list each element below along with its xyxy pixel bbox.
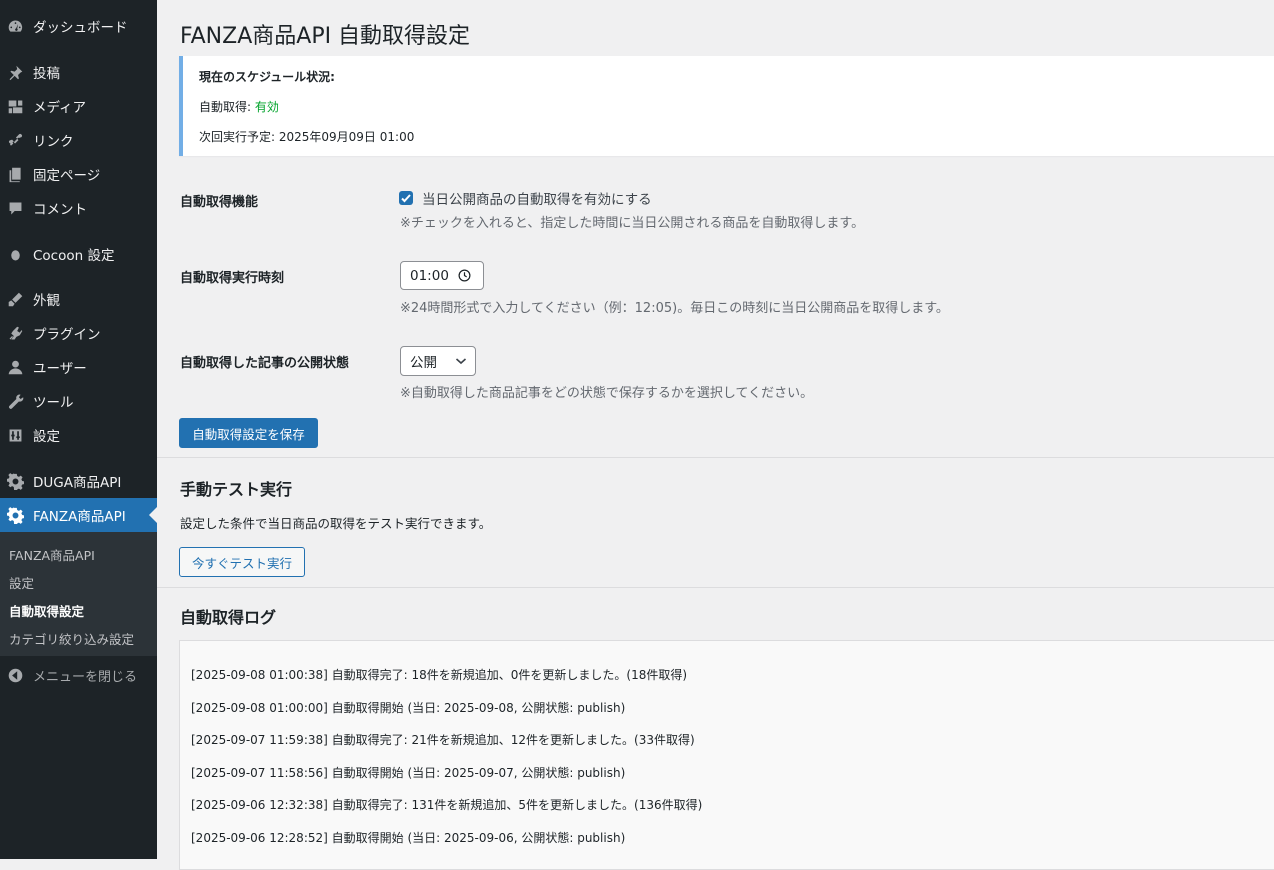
log-line: [2025-09-06 12:28:52] 自動取得開始 (当日: 2025-0… <box>191 831 626 845</box>
sidebar-item-links[interactable]: リンク <box>0 123 157 157</box>
link-icon <box>6 131 24 149</box>
appearance-icon <box>6 290 24 308</box>
pin-icon <box>6 63 24 81</box>
log-line: [2025-09-07 11:58:56] 自動取得開始 (当日: 2025-0… <box>191 766 626 780</box>
log-line: [2025-09-06 12:32:38] 自動取得完了: 131件を新規追加、… <box>191 798 703 812</box>
status-select[interactable]: 公開 <box>400 346 476 376</box>
section-divider <box>157 457 1274 458</box>
sidebar-item-cocoon[interactable]: Cocoon 設定 <box>0 237 157 271</box>
time-input-value: 01:00 <box>410 267 449 284</box>
sidebar-item-label: 投稿 <box>33 66 60 82</box>
sidebar-item-appearance[interactable]: 外観 <box>0 282 157 316</box>
section-divider <box>157 587 1274 588</box>
sidebar-item-label: Cocoon 設定 <box>33 248 115 264</box>
sidebar-item-dashboard[interactable]: ダッシュボード <box>0 9 157 43</box>
enable-checkbox-label[interactable]: 当日公開商品の自動取得を有効にする <box>422 188 652 208</box>
time-input[interactable]: 01:00 <box>400 261 484 290</box>
sidebar-item-comments[interactable]: コメント <box>0 191 157 225</box>
collapse-menu-label: メニューを閉じる <box>33 669 138 685</box>
log-line: [2025-09-08 01:00:00] 自動取得開始 (当日: 2025-0… <box>191 701 626 715</box>
enable-checkbox-wrap[interactable]: 当日公開商品の自動取得を有効にする <box>399 188 652 208</box>
sidebar-submenu: FANZA商品API 設定 自動取得設定 カテゴリ絞り込み設定 <box>0 532 157 656</box>
sidebar-item-label: リンク <box>33 134 74 150</box>
sidebar-item-label: コメント <box>33 202 87 218</box>
submenu-item-settings[interactable]: 設定 <box>9 573 34 592</box>
check-icon <box>401 194 411 203</box>
log-line: [2025-09-07 11:59:38] 自動取得完了: 21件を新規追加、1… <box>191 733 695 747</box>
notice-next-run: 次回実行予定: 2025年09月09日 01:00 <box>199 130 415 144</box>
save-settings-button[interactable]: 自動取得設定を保存 <box>179 418 318 448</box>
time-description: ※24時間形式で入力してください（例：12:05)。毎日この時刻に当日公開商品を… <box>400 301 949 316</box>
log-box[interactable]: [2025-09-08 01:00:38] 自動取得完了: 18件を新規追加、0… <box>179 640 1274 870</box>
notice-auto-value: 有効 <box>254 100 279 114</box>
media-icon <box>6 97 24 115</box>
submenu-item-category-filter[interactable]: カテゴリ絞り込み設定 <box>9 629 134 648</box>
run-test-button[interactable]: 今すぐテスト実行 <box>179 547 305 577</box>
sidebar-item-tools[interactable]: ツール <box>0 384 157 418</box>
sidebar-item-posts[interactable]: 投稿 <box>0 55 157 89</box>
notice-auto-label: 自動取得: <box>199 100 255 114</box>
enable-description: ※チェックを入れると、指定した時間に当日公開される商品を自動取得します。 <box>400 216 865 231</box>
sidebar-item-label: FANZA商品API <box>33 509 126 525</box>
enable-label: 自動取得機能 <box>180 195 259 210</box>
collapse-menu-button[interactable]: メニューを閉じる <box>0 658 157 692</box>
sidebar-item-label: メディア <box>33 100 87 116</box>
comment-icon <box>6 199 24 217</box>
manual-test-description: 設定した条件で当日商品の取得をテスト実行できます。 <box>180 516 492 531</box>
clock-icon[interactable] <box>458 269 471 282</box>
manual-test-title: 手動テスト実行 <box>180 480 293 499</box>
time-label: 自動取得実行時刻 <box>180 271 285 286</box>
sidebar-item-fanza-api[interactable]: FANZA商品API <box>0 498 157 532</box>
sidebar-item-label: DUGA商品API <box>33 475 122 491</box>
page-title: FANZA商品API 自動取得設定 <box>180 24 471 49</box>
user-icon <box>6 358 24 376</box>
log-title: 自動取得ログ <box>180 608 277 627</box>
status-label: 自動取得した記事の公開状態 <box>180 356 350 371</box>
sidebar-item-label: 設定 <box>33 429 60 445</box>
sidebar-item-users[interactable]: ユーザー <box>0 350 157 384</box>
cocoon-icon <box>6 245 24 263</box>
chevron-down-icon <box>455 358 467 365</box>
sidebar-item-label: ツール <box>33 395 74 411</box>
sidebar-item-plugins[interactable]: プラグイン <box>0 316 157 350</box>
status-description: ※自動取得した商品記事をどの状態で保存するかを選択してください。 <box>400 386 814 401</box>
main-content: FANZA商品API 自動取得設定 現在のスケジュール状況: 自動取得: 有効 … <box>157 0 1274 870</box>
gear-icon <box>6 506 24 524</box>
collapse-arrow-icon <box>6 666 24 684</box>
sidebar-item-duga-api[interactable]: DUGA商品API <box>0 464 157 498</box>
pages-icon <box>6 165 24 183</box>
sidebar-item-label: ユーザー <box>33 361 87 377</box>
plugin-icon <box>6 324 24 342</box>
status-select-value: 公開 <box>410 355 437 371</box>
sidebar-item-label: ダッシュボード <box>33 20 128 36</box>
enable-checkbox[interactable] <box>399 191 413 205</box>
notice-heading: 現在のスケジュール状況: <box>199 70 335 84</box>
log-line: [2025-09-08 01:00:38] 自動取得完了: 18件を新規追加、0… <box>191 668 688 682</box>
sidebar-item-label: 固定ページ <box>33 168 101 184</box>
sidebar-item-media[interactable]: メディア <box>0 89 157 123</box>
submenu-item-fanza-api[interactable]: FANZA商品API <box>9 545 95 564</box>
sidebar-item-pages[interactable]: 固定ページ <box>0 157 157 191</box>
sidebar-item-label: 外観 <box>33 293 60 309</box>
schedule-notice: 現在のスケジュール状況: 自動取得: 有効 次回実行予定: 2025年09月09… <box>179 56 1274 156</box>
sidebar-item-settings[interactable]: 設定 <box>0 418 157 452</box>
submenu-item-auto-fetch[interactable]: 自動取得設定 <box>9 601 84 620</box>
wrench-icon <box>6 392 24 410</box>
sidebar-item-label: プラグイン <box>33 327 101 343</box>
dashboard-icon <box>6 17 24 35</box>
settings-icon <box>6 426 24 444</box>
admin-sidebar: ダッシュボード 投稿 メディア リンク 固定ページ コメント Cocoon 設定… <box>0 0 157 859</box>
gear-icon <box>6 472 24 490</box>
notice-auto-status: 自動取得: 有効 <box>199 98 279 115</box>
